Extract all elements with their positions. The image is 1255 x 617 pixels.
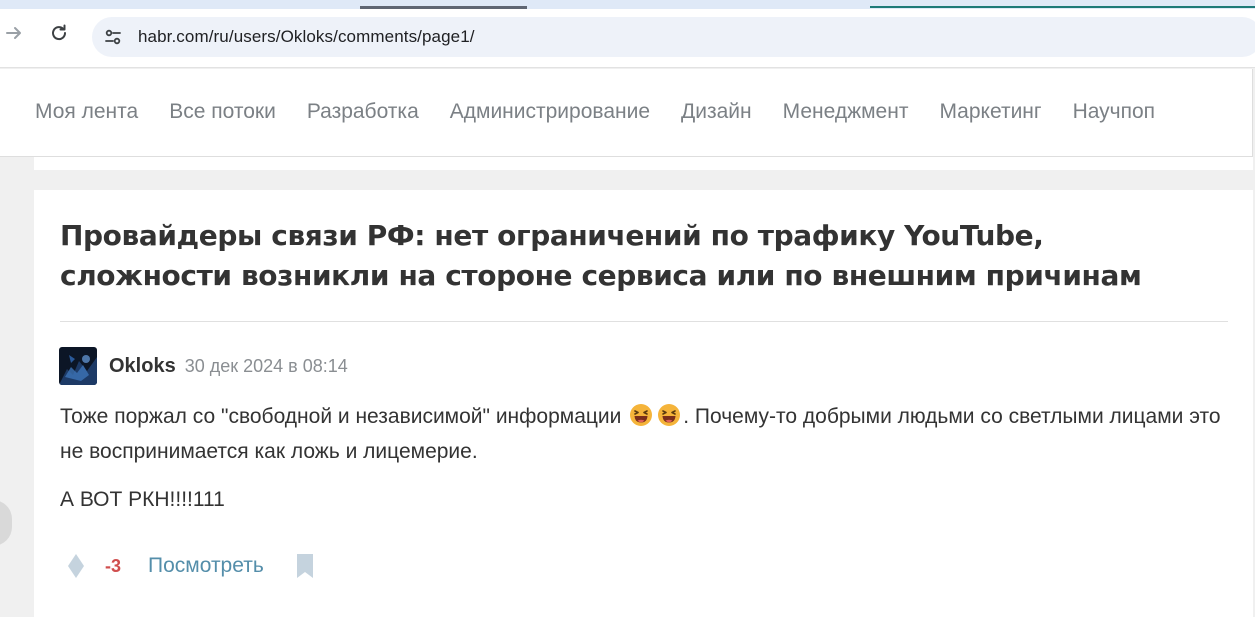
nav-item-development[interactable]: Разработка — [307, 100, 419, 124]
post-title-link[interactable]: Провайдеры связи РФ: нет ограничений по … — [60, 216, 1210, 296]
nav-item-my-feed[interactable]: Моя лента — [35, 100, 138, 124]
reload-icon — [52, 24, 67, 41]
nav-item-management[interactable]: Менеджмент — [783, 100, 909, 124]
nav-item-popsci[interactable]: Научпоп — [1073, 100, 1155, 124]
comment-datetime[interactable]: 30 дек 2024 в 08:14 — [185, 356, 348, 377]
comment-text-start: Тоже поржал со "свободной и независимой"… — [60, 405, 628, 428]
comment-score: -3 — [105, 555, 122, 576]
arrow-right-icon — [6, 27, 21, 39]
habr-nav: Моя лента Все потоки Разработка Админист… — [0, 69, 1253, 157]
nav-item-administration[interactable]: Администрирование — [450, 100, 650, 124]
scroll-to-top-button[interactable] — [0, 500, 12, 546]
reload-button[interactable] — [47, 21, 71, 45]
previous-card-bottom — [34, 157, 1253, 170]
comment-text: Тоже поржал со "свободной и независимой"… — [60, 399, 1235, 469]
address-bar[interactable]: habr.com/ru/users/Okloks/comments/page1/ — [92, 17, 1255, 57]
laughing-face-emoji — [658, 404, 681, 426]
laughing-face-emoji — [630, 404, 653, 426]
divider — [60, 321, 1228, 322]
nav-item-design[interactable]: Дизайн — [681, 100, 752, 124]
comment-text-p2: А ВОТ РКН!!!!111 — [60, 488, 225, 511]
view-link[interactable]: Посмотреть — [148, 554, 264, 578]
tab-indicator — [870, 6, 1255, 8]
comment-footer: -3 Посмотреть — [64, 550, 316, 582]
tab-strip — [0, 0, 1255, 9]
comment-meta: Okloks 30 дек 2024 в 08:14 — [59, 346, 348, 386]
user-avatar-image — [59, 347, 97, 385]
site-info-button[interactable] — [102, 26, 124, 48]
nav-item-marketing[interactable]: Маркетинг — [939, 100, 1041, 124]
bookmark-icon[interactable] — [294, 552, 316, 580]
author-username[interactable]: Okloks — [109, 355, 176, 378]
comment-card: Провайдеры связи РФ: нет ограничений по … — [34, 190, 1253, 617]
url-text[interactable]: habr.com/ru/users/Okloks/comments/page1/ — [138, 27, 475, 47]
nav-item-all-flows[interactable]: Все потоки — [169, 100, 276, 124]
avatar[interactable] — [59, 347, 97, 385]
browser-toolbar: habr.com/ru/users/Okloks/comments/page1/ — [0, 9, 1255, 68]
tune-icon — [105, 29, 121, 45]
forward-button[interactable] — [2, 21, 26, 45]
vote-icon[interactable] — [64, 551, 88, 581]
nav-list: Моя лента Все потоки Разработка Админист… — [35, 100, 1155, 124]
